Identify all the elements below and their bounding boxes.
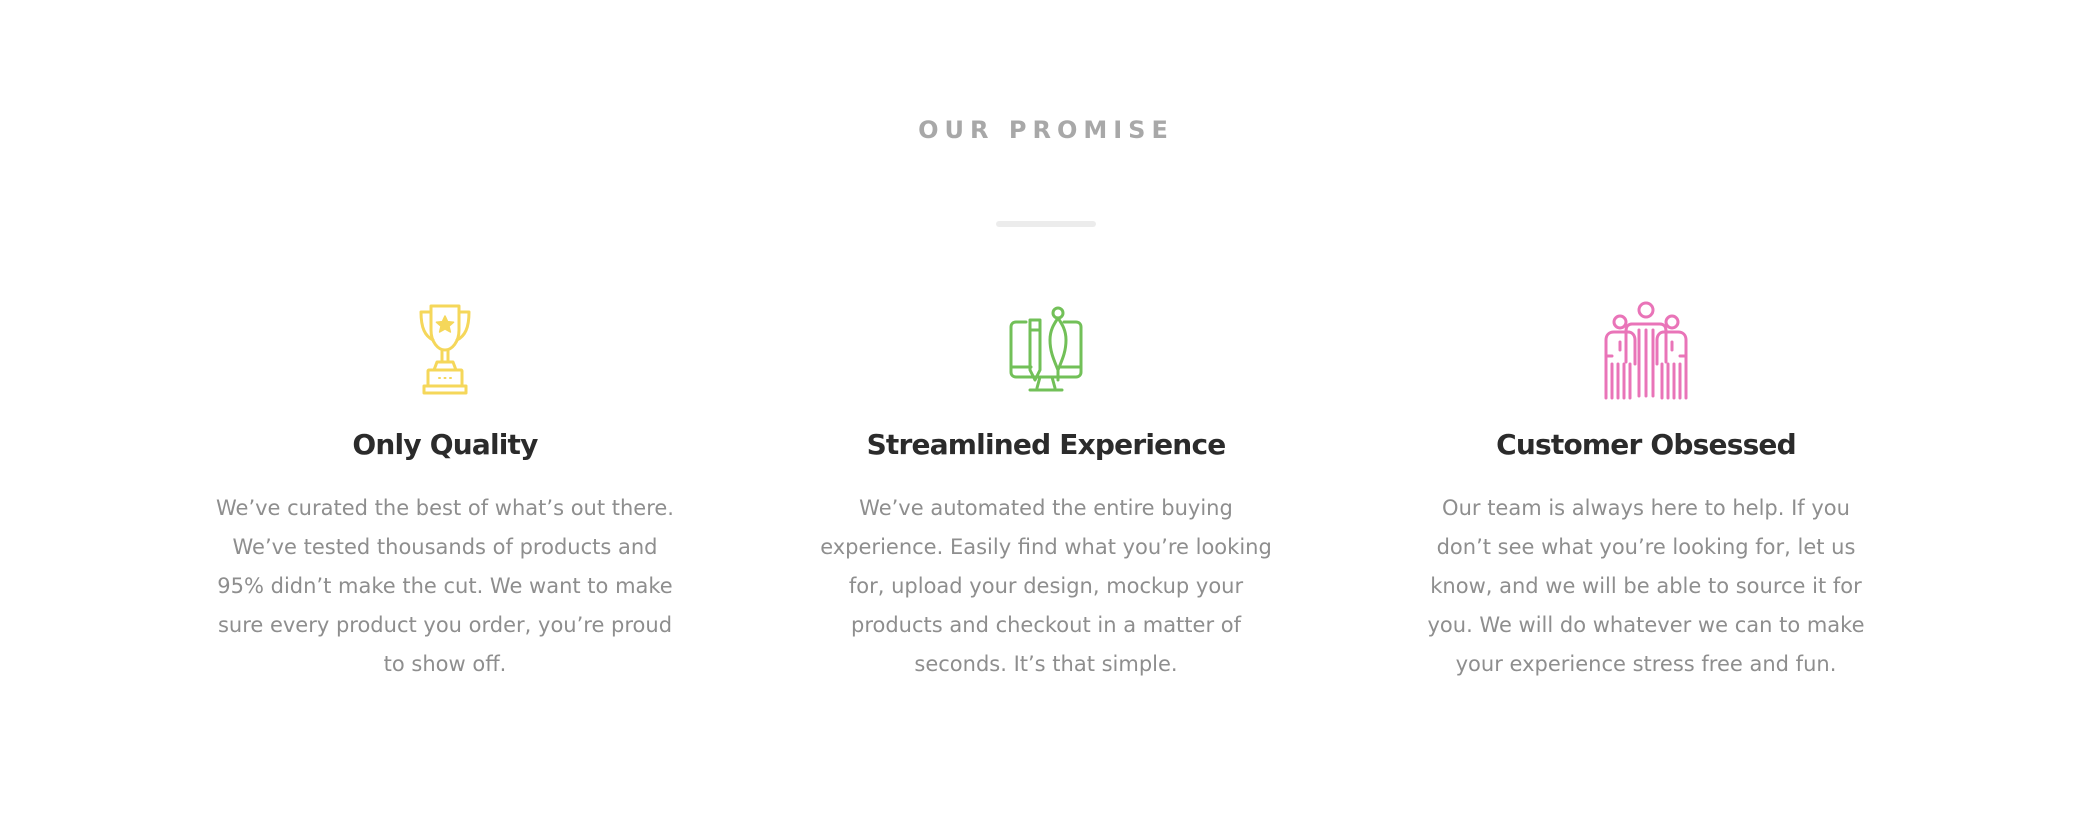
- trophy-icon: [419, 304, 471, 395]
- team-icon: [1604, 301, 1688, 400]
- feature-description: We’ve automated the entire buying experi…: [820, 496, 1272, 676]
- section-eyebrow: OUR PROMISE: [918, 116, 1174, 144]
- feature-title: Only Quality: [352, 428, 538, 461]
- feature-customer-obsessed: Customer Obsessed Our team is always her…: [1411, 300, 1881, 684]
- design-tools-monitor-icon: [1009, 306, 1083, 392]
- feature-only-quality: Only Quality We’ve curated the best of w…: [210, 300, 680, 684]
- section-divider: [996, 221, 1096, 227]
- feature-title: Customer Obsessed: [1496, 428, 1797, 461]
- feature-streamlined-experience: Streamlined Experience We’ve automated t…: [811, 300, 1281, 684]
- promise-section: OUR PROMISE Only Quality We’ve curated t…: [0, 0, 2092, 825]
- feature-description: Our team is always here to help. If you …: [1427, 496, 1865, 676]
- feature-title: Streamlined Experience: [866, 428, 1227, 461]
- feature-description: We’ve curated the best of what’s out the…: [215, 496, 674, 676]
